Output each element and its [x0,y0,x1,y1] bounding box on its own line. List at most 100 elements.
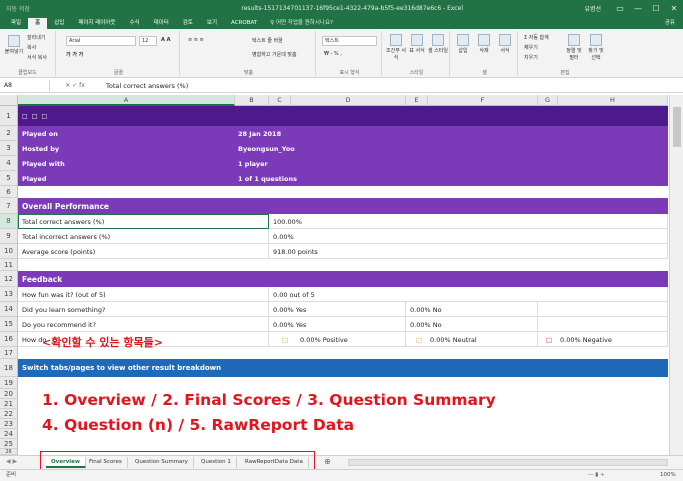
value-cell[interactable] [269,214,668,229]
number-format-select[interactable]: 텍스트 [322,36,377,46]
value-cell[interactable] [269,244,668,259]
format-button[interactable]: 서식 [496,34,514,54]
played-label[interactable]: Played [20,171,46,186]
cell-styles-button[interactable]: 셀 스타일 [428,34,448,54]
insert-button[interactable]: 삽입 [454,34,472,54]
column-header-e[interactable]: E [406,95,428,106]
column-header-d[interactable]: D [291,95,406,106]
played-with-label[interactable]: Played with [20,156,65,171]
fill-button[interactable]: 채우기 [524,44,538,51]
row-header[interactable]: 22 [0,409,18,419]
zoom-level[interactable]: 100% [660,470,676,481]
paste-button[interactable]: 붙여넣기 [4,35,24,55]
merge-center-button[interactable]: 병합하고 가운데 맞춤 [252,51,297,58]
row-header[interactable]: 9 [0,229,18,244]
row-header[interactable]: 7 [0,198,18,214]
value-cell[interactable] [269,229,668,244]
close-button[interactable]: ✕ [665,4,683,13]
value-cell[interactable] [538,302,668,317]
feedback-title[interactable]: Feedback [20,271,62,287]
find-select-button[interactable]: 찾기 및 선택 [586,34,606,61]
clear-button[interactable]: 지우기 [524,54,538,61]
row-header[interactable]: 8 [0,214,18,229]
align-icons[interactable]: ≡ ≡ ≡ [188,37,204,43]
hosted-by-label[interactable]: Hosted by [20,141,59,156]
quick-access-toolbar[interactable]: 자동 저장 [0,4,120,13]
row-header[interactable]: 24 [0,429,18,439]
wrap-text-button[interactable]: 텍스트 줄 바꿈 [252,37,283,44]
row-header[interactable]: 3 [0,141,18,156]
row-header[interactable]: 12 [0,271,18,287]
tell-me-box[interactable]: ♀ 어떤 작업을 원하시나요? [270,18,333,29]
tab-formulas[interactable]: 수식 [122,18,146,29]
sheet-nav-arrows-icon[interactable]: ◀ ▶ [6,458,17,465]
user-name[interactable]: 유병선 [584,4,601,13]
share-button[interactable]: 공유 [665,18,683,29]
tab-home[interactable]: 홈 [28,18,48,29]
ribbon-display-icon[interactable]: ▭ [611,4,629,13]
zoom-slider[interactable]: — ▮ + [588,470,605,481]
row-header[interactable]: 2 [0,126,18,141]
row-header[interactable]: 20 [0,389,18,399]
column-header-h[interactable]: H [558,95,668,106]
delete-button[interactable]: 삭제 [475,34,493,54]
font-size-select[interactable]: 12 [139,36,157,46]
row-header[interactable]: 6 [0,186,18,198]
row-header[interactable]: 14 [0,302,18,317]
value-cell[interactable] [538,317,668,332]
row-header[interactable]: 10 [0,244,18,259]
autosum-button[interactable]: Σ 자동 합계 [524,34,549,41]
tab-insert[interactable]: 삽입 [47,18,71,29]
played-on-label[interactable]: Played on [20,126,58,141]
column-header-c[interactable]: C [269,95,291,106]
hosted-by-value[interactable]: Byeongsun_Yoo [236,141,295,156]
tab-view[interactable]: 보기 [200,18,224,29]
copy-button[interactable]: 복사 [27,44,36,51]
tab-file[interactable]: 파일 [4,18,28,29]
font-name-select[interactable]: Arial [66,36,136,46]
cut-button[interactable]: 잘라내기 [27,34,45,41]
currency-percent-icons[interactable]: ₩ - % , [324,51,342,57]
maximize-button[interactable]: ☐ [647,4,665,13]
row-header[interactable]: 13 [0,287,18,302]
name-box[interactable]: A8 [0,80,50,91]
tab-page-layout[interactable]: 페이지 레이아웃 [71,18,122,29]
column-header-b[interactable]: B [235,95,269,106]
formula-input[interactable]: Total correct answers (%) [100,82,188,90]
row-header[interactable]: 21 [0,399,18,409]
conditional-format-button[interactable]: 조건부 서식 [386,34,406,61]
row-header[interactable]: 1 [0,106,18,126]
format-table-button[interactable]: 표 서식 [408,34,426,54]
column-header-g[interactable]: G [538,95,558,106]
sort-filter-button[interactable]: 정렬 및 필터 [564,34,584,61]
row-header[interactable]: 11 [0,259,18,271]
row-header[interactable]: 17 [0,347,18,359]
scrollbar-thumb[interactable] [673,107,681,147]
row-header[interactable]: 25 [0,439,18,449]
tab-data[interactable]: 데이터 [147,18,176,29]
played-value[interactable]: 1 of 1 questions [236,171,297,186]
formula-buttons[interactable]: ✕ ✓ fx [50,82,100,89]
column-header-f[interactable]: F [428,95,538,106]
add-sheet-icon[interactable]: ⊕ [324,457,331,466]
row-header[interactable]: 16 [0,332,18,347]
minimize-button[interactable]: — [629,4,647,13]
overall-performance-title[interactable]: Overall Performance [20,198,109,214]
bold-italic-underline-icons[interactable]: 가 가 가 [66,51,83,58]
grow-font-icon[interactable]: A A [161,37,170,43]
value-cell[interactable] [269,287,668,302]
format-painter-button[interactable]: 서식 복사 [27,54,47,61]
played-with-value[interactable]: 1 player [236,156,268,171]
row-header[interactable]: 4 [0,156,18,171]
row-header[interactable]: 5 [0,171,18,186]
vertical-scrollbar[interactable] [669,95,683,455]
row-header[interactable]: 23 [0,419,18,429]
played-on-value[interactable]: 28 Jan 2018 [236,126,281,141]
select-all-corner[interactable] [0,95,18,106]
switch-tabs-text[interactable]: Switch tabs/pages to view other result b… [20,359,221,377]
row-header[interactable]: 15 [0,317,18,332]
column-header-a[interactable]: A [18,95,235,106]
row-header[interactable]: 18 [0,359,18,377]
row-header[interactable]: 19 [0,377,18,389]
tab-review[interactable]: 검토 [176,18,200,29]
